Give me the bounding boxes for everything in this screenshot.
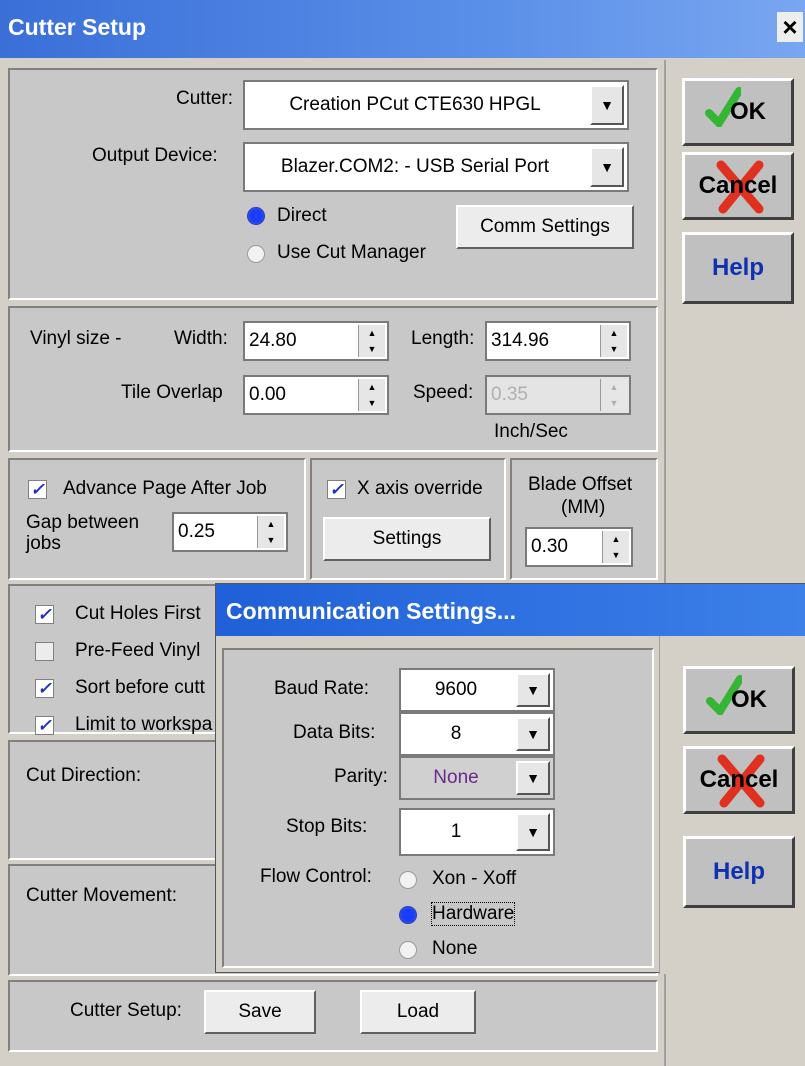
baud-rate-label: Baud Rate: [274, 678, 370, 699]
width-spinner[interactable]: 24.80 ▲ ▼ [243, 321, 389, 361]
length-label: Length: [411, 328, 475, 349]
chevron-down-icon[interactable]: ▼ [516, 761, 550, 795]
output-device-label: Output Device: [92, 145, 218, 166]
chevron-down-icon[interactable]: ▼ [516, 813, 550, 851]
stop-bits-select[interactable]: 1 ▼ [399, 808, 555, 856]
output-device-select[interactable]: Blazer.COM2: - USB Serial Port ▼ [243, 142, 629, 192]
cut-direction-label: Cut Direction: [26, 765, 142, 786]
comm-settings-dialog: Communication Settings... Baud Rate: 960… [215, 583, 805, 974]
speed-label: Speed: [413, 382, 474, 403]
output-device-value: Blazer.COM2: - USB Serial Port [280, 156, 550, 177]
parity-select[interactable]: None ▼ [399, 756, 555, 800]
save-button[interactable]: Save [204, 990, 316, 1034]
spinner-arrows-icon[interactable]: ▲ ▼ [602, 531, 629, 563]
cancel-button[interactable]: Cancel [682, 152, 794, 220]
flow-hardware-radio[interactable] [399, 906, 417, 924]
flow-xon-radio[interactable] [399, 871, 417, 889]
blade-offset-spinner[interactable]: 0.30 ▲ ▼ [525, 527, 633, 567]
cut-manager-radio[interactable] [247, 245, 265, 263]
sort-label: Sort before cutt [75, 677, 205, 698]
direct-label: Direct [277, 205, 327, 226]
x-axis-label: X axis override [357, 478, 483, 499]
close-icon[interactable]: × [777, 12, 803, 42]
gap-label-line2: jobs [26, 533, 61, 554]
stop-bits-label: Stop Bits: [286, 816, 368, 837]
length-value: 314.96 [491, 330, 550, 351]
ok-label: OK [730, 98, 766, 125]
tile-overlap-label: Tile Overlap [121, 382, 223, 403]
comm-dialog-title-bar: Communication Settings... [216, 584, 805, 636]
window-title: Cutter Setup [8, 14, 146, 40]
advance-page-label: Advance Page After Job [63, 478, 267, 499]
pre-feed-label: Pre-Feed Vinyl [75, 640, 201, 661]
comm-ok-label: OK [731, 686, 767, 713]
cutter-setup-label: Cutter Setup: [70, 1000, 182, 1021]
direct-radio[interactable] [247, 207, 265, 225]
cut-manager-label: Use Cut Manager [277, 242, 426, 263]
data-bits-label: Data Bits: [293, 722, 376, 743]
flow-hardware-label: Hardware [430, 902, 516, 926]
width-label: Width: [174, 328, 228, 349]
chevron-down-icon[interactable]: ▼ [516, 673, 550, 707]
cut-holes-checkbox[interactable]: ✓ [35, 605, 54, 624]
stop-bits-value: 1 [450, 821, 462, 842]
comm-settings-button[interactable]: Comm Settings [456, 205, 634, 249]
parity-label: Parity: [334, 766, 388, 787]
cutter-label: Cutter: [176, 88, 234, 109]
data-bits-value: 8 [450, 723, 462, 744]
comm-cancel-button[interactable]: Cancel [683, 746, 795, 814]
flow-none-label: None [432, 938, 478, 959]
flow-none-radio[interactable] [399, 941, 417, 959]
cutter-movement-label: Cutter Movement: [26, 885, 177, 906]
comm-help-button[interactable]: Help [683, 836, 795, 908]
width-value: 24.80 [249, 330, 297, 351]
flow-control-label: Flow Control: [260, 866, 372, 887]
spinner-arrows-icon[interactable]: ▲ ▼ [358, 379, 385, 411]
sort-checkbox[interactable]: ✓ [35, 679, 54, 698]
gap-label-line1: Gap between [26, 512, 140, 533]
spinner-arrows-icon[interactable]: ▲ ▼ [257, 516, 284, 548]
comm-dialog-title: Communication Settings... [226, 598, 517, 624]
comm-cancel-label: Cancel [699, 766, 779, 793]
baud-rate-select[interactable]: 9600 ▼ [399, 668, 555, 712]
vinyl-size-label: Vinyl size - [30, 328, 122, 349]
gap-value: 0.25 [178, 521, 215, 542]
speed-value: 0.35 [491, 384, 528, 405]
cutter-value: Creation PCut CTE630 HPGL [289, 94, 541, 115]
advance-page-checkbox[interactable]: ✓ [28, 480, 47, 499]
chevron-down-icon[interactable]: ▼ [590, 85, 624, 125]
data-bits-select[interactable]: 8 ▼ [399, 712, 555, 756]
settings-button[interactable]: Settings [323, 517, 491, 561]
window-title-bar: Cutter Setup × [0, 0, 805, 58]
blade-offset-label: Blade Offset [528, 474, 633, 495]
tile-overlap-spinner[interactable]: 0.00 ▲ ▼ [243, 375, 389, 415]
blade-offset-unit: (MM) [561, 497, 606, 518]
spinner-arrows-icon: ▲ ▼ [600, 379, 627, 411]
limit-checkbox[interactable]: ✓ [35, 716, 54, 735]
chevron-down-icon[interactable]: ▼ [590, 147, 624, 187]
spinner-arrows-icon[interactable]: ▲ ▼ [358, 325, 385, 357]
speed-spinner: 0.35 ▲ ▼ [485, 375, 631, 415]
gap-spinner[interactable]: 0.25 ▲ ▼ [172, 512, 288, 552]
cut-holes-label: Cut Holes First [75, 603, 201, 624]
load-button[interactable]: Load [360, 990, 476, 1034]
help-button[interactable]: Help [682, 232, 794, 304]
chevron-down-icon[interactable]: ▼ [516, 717, 550, 751]
cancel-label: Cancel [698, 172, 778, 199]
ok-button[interactable]: OK [682, 78, 794, 146]
spinner-arrows-icon[interactable]: ▲ ▼ [600, 325, 627, 357]
parity-value: None [433, 767, 479, 788]
cutter-select[interactable]: Creation PCut CTE630 HPGL ▼ [243, 80, 629, 130]
blade-offset-value: 0.30 [531, 536, 568, 557]
limit-label: Limit to workspa [75, 714, 213, 735]
flow-xon-label: Xon - Xoff [432, 868, 517, 889]
pre-feed-checkbox[interactable]: ✓ [35, 642, 54, 661]
baud-rate-value: 9600 [434, 679, 478, 700]
x-axis-checkbox[interactable]: ✓ [327, 480, 346, 499]
length-spinner[interactable]: 314.96 ▲ ▼ [485, 321, 631, 361]
comm-ok-button[interactable]: OK [683, 666, 795, 734]
tile-overlap-value: 0.00 [249, 384, 286, 405]
speed-unit: Inch/Sec [494, 421, 568, 442]
